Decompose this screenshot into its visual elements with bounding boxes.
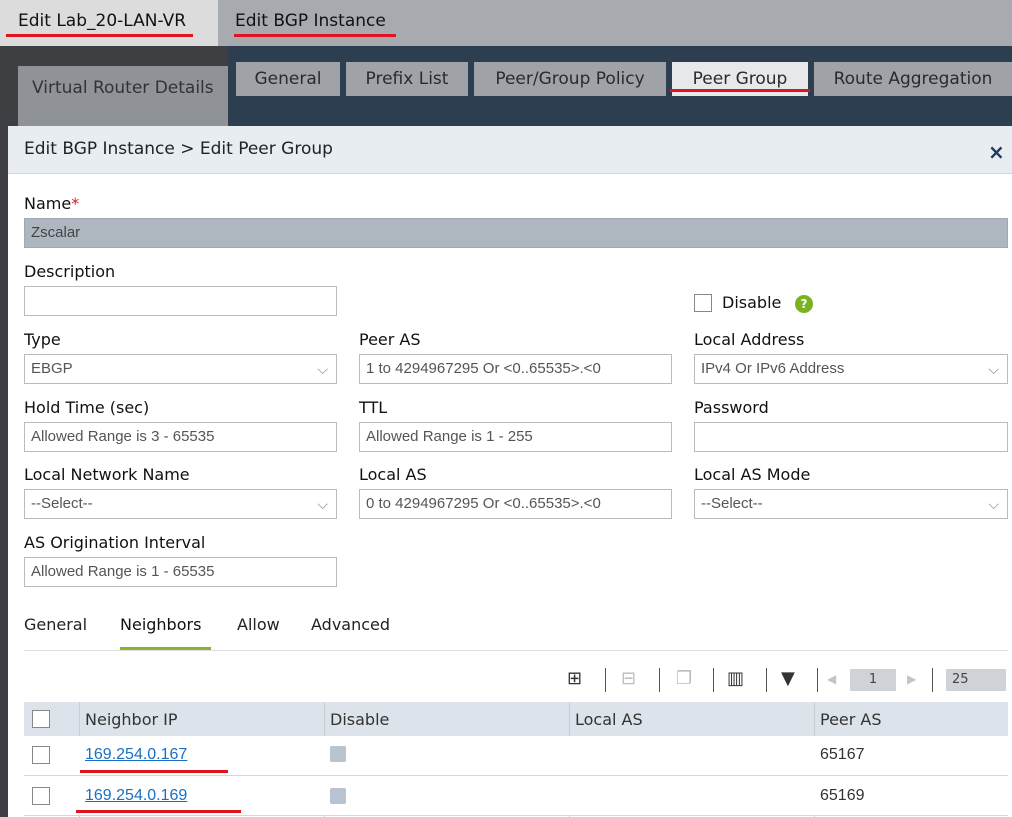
page-size-field[interactable]: 25 (946, 669, 1006, 691)
bgp-window-title: Edit BGP Instance (235, 11, 386, 31)
copy-icon[interactable]: ❐ (676, 668, 692, 689)
tab-prefix-list[interactable]: Prefix List (346, 62, 468, 96)
next-page-icon[interactable]: ▶ (907, 672, 916, 686)
as-origination-field[interactable]: Allowed Range is 1 - 65535 (24, 557, 337, 587)
subtab-divider (24, 650, 1008, 651)
toolbar-separator (713, 668, 714, 692)
local-network-value: --Select-- (31, 495, 93, 512)
annotation-underline (80, 770, 228, 773)
remove-icon[interactable]: ⊟ (621, 668, 636, 689)
help-icon[interactable]: ? (795, 295, 813, 313)
local-address-value: IPv4 Or IPv6 Address (701, 360, 845, 377)
column-header-disable[interactable]: Disable (330, 710, 389, 729)
chevron-down-icon: ⌵ (317, 496, 328, 512)
row-disable-indicator (330, 788, 346, 804)
ttl-label: TTL (359, 398, 388, 417)
prev-page-icon[interactable]: ◀ (827, 672, 836, 686)
row-peer-as: 65169 (820, 787, 865, 804)
hold-time-label: Hold Time (sec) (24, 398, 150, 417)
ttl-field[interactable]: Allowed Range is 1 - 255 (359, 422, 672, 452)
local-as-mode-value: --Select-- (701, 495, 763, 512)
type-select[interactable]: EBGP ⌵ (24, 354, 337, 384)
type-value: EBGP (31, 360, 73, 377)
vr-details-label: Virtual Router Details (32, 78, 214, 98)
tab-route-aggregation[interactable]: Route Aggregation (814, 62, 1012, 96)
column-header-neighbor-ip[interactable]: Neighbor IP (85, 710, 178, 729)
vr-window-title: Edit Lab_20-LAN-VR (18, 11, 187, 31)
disable-checkbox[interactable] (694, 294, 712, 312)
neighbor-ip-link[interactable]: 169.254.0.169 (85, 787, 187, 805)
filter-icon[interactable]: ▼ (781, 668, 795, 689)
row-peer-as: 65167 (820, 746, 865, 763)
subtab-advanced[interactable]: Advanced (311, 615, 390, 634)
toolbar-separator (659, 668, 660, 692)
page-number-field[interactable]: 1 (850, 669, 896, 691)
toolbar-separator (817, 668, 818, 692)
annotation-underline (6, 34, 193, 37)
description-label: Description (24, 262, 116, 281)
local-network-label: Local Network Name (24, 465, 190, 484)
neighbor-ip-link[interactable]: 169.254.0.167 (85, 746, 187, 764)
disable-label: Disable (722, 293, 782, 312)
local-network-select[interactable]: --Select-- ⌵ (24, 489, 337, 519)
subtab-general[interactable]: General (24, 615, 87, 634)
hold-time-field[interactable]: Allowed Range is 3 - 65535 (24, 422, 337, 452)
local-as-mode-label: Local AS Mode (694, 465, 811, 484)
column-header-local-as[interactable]: Local AS (575, 710, 643, 729)
columns-icon[interactable]: ▥ (727, 668, 744, 689)
annotation-underline (76, 810, 241, 813)
subtab-neighbors[interactable]: Neighbors (120, 615, 201, 634)
select-all-checkbox[interactable] (32, 710, 50, 728)
name-label: Name* (24, 194, 80, 213)
chevron-down-icon: ⌵ (317, 361, 328, 377)
local-as-label: Local AS (359, 465, 427, 484)
row-checkbox[interactable] (32, 787, 50, 805)
row-checkbox[interactable] (32, 746, 50, 764)
peer-as-field[interactable]: 1 to 4294967295 Or <0..65535>.<0 (359, 354, 672, 384)
peer-as-label: Peer AS (359, 330, 421, 349)
required-marker: * (71, 194, 80, 213)
password-label: Password (694, 398, 769, 417)
chevron-down-icon: ⌵ (988, 361, 999, 377)
modal-title: Edit BGP Instance > Edit Peer Group (24, 139, 333, 159)
password-field[interactable] (694, 422, 1008, 452)
tab-peer-group-policy[interactable]: Peer/Group Policy (474, 62, 666, 96)
toolbar-separator (605, 668, 606, 692)
name-field[interactable]: Zscalar (24, 218, 1008, 248)
toolbar-separator (932, 668, 933, 692)
add-icon[interactable]: ⊞ (567, 668, 582, 689)
annotation-underline (234, 34, 396, 37)
as-origination-label: AS Origination Interval (24, 533, 206, 552)
row-disable-indicator (330, 746, 346, 762)
local-as-mode-select[interactable]: --Select-- ⌵ (694, 489, 1008, 519)
close-icon[interactable]: × (988, 140, 1005, 164)
local-address-label: Local Address (694, 330, 805, 349)
toolbar-separator (766, 668, 767, 692)
description-field[interactable] (24, 286, 337, 316)
local-address-select[interactable]: IPv4 Or IPv6 Address ⌵ (694, 354, 1008, 384)
column-header-peer-as[interactable]: Peer AS (820, 710, 882, 729)
chevron-down-icon: ⌵ (988, 496, 999, 512)
type-label: Type (24, 330, 61, 349)
local-as-field[interactable]: 0 to 4294967295 Or <0..65535>.<0 (359, 489, 672, 519)
annotation-underline (670, 89, 810, 92)
subtab-allow[interactable]: Allow (237, 615, 280, 634)
vr-details-tab[interactable]: Virtual Router Details (18, 66, 228, 126)
tab-general[interactable]: General (236, 62, 340, 96)
